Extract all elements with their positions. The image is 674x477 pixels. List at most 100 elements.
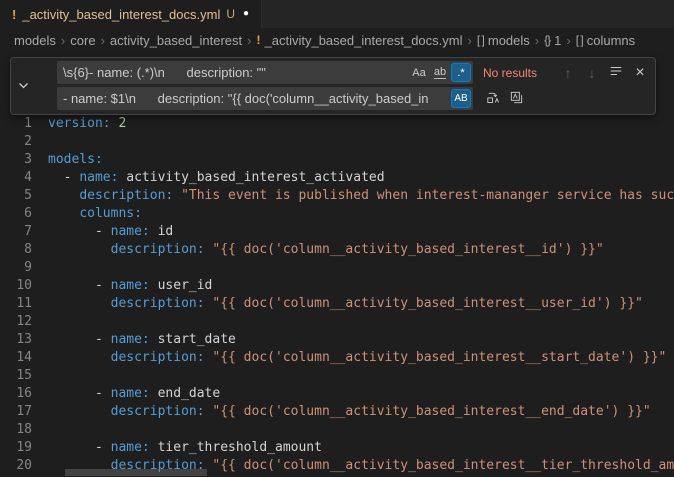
code-text: - name: start_date [32, 331, 236, 349]
warning-icon: ! [257, 33, 261, 47]
replace-input[interactable]: - name: $1\n description: "{{ doc('colum… [57, 87, 473, 110]
find-query-text: \s{6}- name: (.*)\n description: "" [63, 65, 408, 80]
breadcrumb-item[interactable]: ! _activity_based_interest_docs.yml [257, 33, 463, 48]
replace-row: - name: $1\n description: "{{ doc('colum… [57, 87, 651, 110]
code-text: - name: tier_threshold_amount [32, 439, 322, 457]
toggle-replace-button[interactable] [11, 61, 35, 110]
breadcrumb-item[interactable]: models [14, 33, 56, 48]
regex-button[interactable]: .* [451, 63, 471, 82]
replace-nav [481, 88, 527, 110]
line-number: 8 [0, 241, 32, 259]
code-text: description: "This event is published wh… [32, 187, 674, 205]
code-line[interactable]: 15 [0, 367, 674, 385]
code-line[interactable]: 8 description: "{{ doc('column__activity… [0, 241, 674, 259]
breadcrumb-label: core [70, 33, 95, 48]
code-text: description: "{{ doc('column__activity_b… [32, 295, 643, 313]
find-in-selection-button[interactable] [605, 62, 627, 84]
replace-button[interactable] [481, 88, 503, 110]
code-line[interactable]: 3models: [0, 151, 674, 169]
line-number: 13 [0, 331, 32, 349]
replace-all-icon [509, 90, 524, 108]
breadcrumb-item[interactable]: core [70, 33, 95, 48]
code-line[interactable]: 14 description: "{{ doc('column__activit… [0, 349, 674, 367]
breadcrumb-separator-icon: › [101, 33, 105, 48]
breadcrumb-separator-icon: › [247, 33, 251, 48]
line-number: 12 [0, 313, 32, 331]
code-line[interactable]: 12 [0, 313, 674, 331]
find-results-count: No results [483, 66, 537, 80]
code-line[interactable]: 11 description: "{{ doc('column__activit… [0, 295, 674, 313]
preserve-case-button[interactable]: AB [451, 89, 471, 108]
line-number: 15 [0, 367, 32, 385]
git-status-badge: U [226, 7, 235, 21]
breadcrumb-item[interactable]: {} 1 [544, 33, 561, 48]
code-text [32, 367, 48, 385]
code-line[interactable]: 5 description: "This event is published … [0, 187, 674, 205]
line-number: 16 [0, 385, 32, 403]
line-number: 17 [0, 403, 32, 421]
code-line[interactable]: 6 columns: [0, 205, 674, 223]
code-line[interactable]: 1version: 2 [0, 115, 674, 133]
replace-icon [485, 90, 500, 108]
breadcrumb-separator-icon: › [535, 33, 539, 48]
line-number: 5 [0, 187, 32, 205]
find-nav: ↑ ↓ × [557, 62, 651, 84]
breadcrumb-label: models [14, 33, 56, 48]
code-text: - name: user_id [32, 277, 212, 295]
find-input[interactable]: \s{6}- name: (.*)\n description: "" Aa a… [57, 61, 473, 84]
line-number: 14 [0, 349, 32, 367]
code-text [32, 421, 48, 439]
code-line[interactable]: 17 description: "{{ doc('column__activit… [0, 403, 674, 421]
code-line[interactable]: 13 - name: start_date [0, 331, 674, 349]
object-icon: {} [544, 33, 550, 47]
horizontal-scrollbar[interactable] [65, 469, 207, 476]
code-line[interactable]: 7 - name: id [0, 223, 674, 241]
array-icon: [ ] [477, 33, 484, 47]
code-line[interactable]: 16 - name: end_date [0, 385, 674, 403]
close-find-button[interactable]: × [629, 62, 651, 84]
unsaved-dot-icon[interactable]: ● [243, 9, 249, 19]
code-text: description: "{{ doc('column__activity_b… [32, 403, 651, 421]
code-line[interactable]: 10 - name: user_id [0, 277, 674, 295]
code-text: models: [32, 151, 103, 169]
previous-match-button[interactable]: ↑ [557, 62, 579, 84]
breadcrumb-item[interactable]: [ ] columns [576, 33, 635, 48]
editor-tab[interactable]: ! _activity_based_interest_docs.yml U ● [0, 0, 262, 28]
breadcrumb-label: 1 [554, 33, 561, 48]
tab-title: _activity_based_interest_docs.yml [22, 7, 220, 22]
code-line[interactable]: 18 [0, 421, 674, 439]
match-case-button[interactable]: Aa [409, 63, 429, 82]
code-text [32, 133, 48, 151]
replace-query-text: - name: $1\n description: "{{ doc('colum… [63, 91, 450, 106]
whole-word-button[interactable]: ab [430, 63, 450, 82]
selection-lines-icon [609, 64, 623, 81]
breadcrumb-separator-icon: › [61, 33, 65, 48]
vscode-window: ! _activity_based_interest_docs.yml U ● … [0, 0, 674, 477]
breadcrumb-label: models [488, 33, 530, 48]
line-number: 9 [0, 259, 32, 277]
replace-all-button[interactable] [505, 88, 527, 110]
code-line[interactable]: 2 [0, 133, 674, 151]
breadcrumb-separator-icon: › [468, 33, 472, 48]
breadcrumb-label: columns [587, 33, 635, 48]
line-number: 11 [0, 295, 32, 313]
line-number: 19 [0, 439, 32, 457]
breadcrumb-item[interactable]: [ ] models [477, 33, 530, 48]
code-line[interactable]: 19 - name: tier_threshold_amount [0, 439, 674, 457]
code-text: description: "{{ doc('column__activity_b… [32, 241, 604, 259]
breadcrumb-item[interactable]: activity_based_interest [110, 33, 242, 48]
array-icon: [ ] [576, 33, 583, 47]
breadcrumb-label: activity_based_interest [110, 33, 242, 48]
whole-word-label: ab [434, 67, 446, 79]
breadcrumb-label: _activity_based_interest_docs.yml [265, 33, 463, 48]
code-text: columns: [32, 205, 142, 223]
code-text: - name: end_date [32, 385, 220, 403]
line-number: 20 [0, 457, 32, 475]
code-line[interactable]: 9 [0, 259, 674, 277]
line-number: 1 [0, 115, 32, 133]
code-line[interactable]: 4 - name: activity_based_interest_activa… [0, 169, 674, 187]
next-match-button[interactable]: ↓ [581, 62, 603, 84]
tab-bar: ! _activity_based_interest_docs.yml U ● [0, 0, 674, 28]
yaml-warning-file-icon: ! [12, 7, 16, 22]
line-number: 18 [0, 421, 32, 439]
